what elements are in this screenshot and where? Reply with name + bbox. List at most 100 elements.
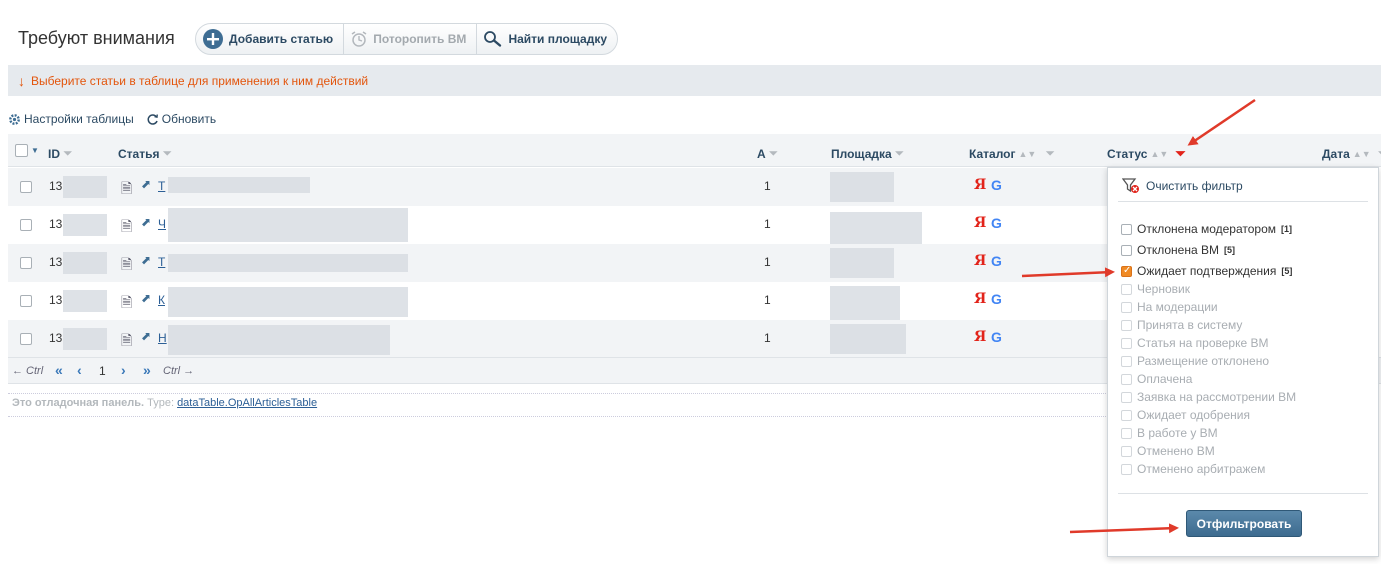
filter-icon[interactable]: ⏷	[1378, 146, 1381, 161]
row-a: 1	[764, 255, 771, 269]
table-header: ▼ ID ⏷ Статья ⏷ A ⏷ Площадка ⏷ Каталог ▲…	[8, 134, 1381, 167]
apply-filter-button[interactable]: Отфильтровать	[1186, 510, 1302, 537]
option-checkbox[interactable]	[1121, 244, 1132, 256]
row-checkbox[interactable]	[20, 181, 32, 193]
external-link-icon[interactable]: ⬈	[141, 215, 151, 229]
option-label: Черновик	[1137, 282, 1190, 296]
option-checkbox	[1121, 427, 1132, 439]
table-row[interactable]: 13 🗎 ⬈ Ч 1 Я G	[8, 206, 1108, 244]
article-link[interactable]: Ч	[158, 217, 166, 231]
redacted-id	[63, 328, 107, 350]
option-checkbox	[1121, 445, 1132, 457]
filter-option-rejected-moderator[interactable]: Отклонена модератором [1]	[1121, 222, 1292, 236]
option-checkbox	[1121, 337, 1132, 349]
column-a[interactable]: A ⏷	[757, 146, 778, 161]
refresh-label: Обновить	[161, 112, 217, 126]
next-page-button[interactable]: ›	[121, 362, 126, 378]
row-a: 1	[764, 331, 771, 345]
add-article-button[interactable]: Добавить статью	[196, 24, 345, 54]
select-all-control[interactable]: ▼	[15, 144, 39, 157]
filter-option-awaiting-confirmation[interactable]: Ожидает подтверждения [5]	[1121, 264, 1292, 278]
table-links: Настройки таблицы Обновить	[8, 112, 216, 126]
row-checkbox[interactable]	[20, 219, 32, 231]
option-checkbox	[1121, 373, 1132, 385]
column-article[interactable]: Статья ⏷	[118, 146, 172, 161]
redacted-site	[830, 212, 922, 244]
google-icon: G	[991, 177, 1002, 193]
document-icon: 🗎	[121, 180, 133, 196]
table-row[interactable]: 13 🗎 ⬈ Т 1 Я G	[8, 168, 1108, 206]
divider	[1118, 493, 1368, 494]
row-checkbox[interactable]	[20, 333, 32, 345]
external-link-icon[interactable]: ⬈	[141, 253, 151, 267]
column-id[interactable]: ID ⏷	[48, 146, 73, 161]
redacted-title	[168, 208, 408, 242]
filter-icon[interactable]: ⏷	[1045, 146, 1055, 161]
filter-option-paid: Оплачена	[1121, 372, 1192, 386]
external-link-icon[interactable]: ⬈	[141, 329, 151, 343]
external-link-icon[interactable]: ⬈	[141, 177, 151, 191]
filter-icon[interactable]: ⏷	[769, 146, 779, 161]
option-count: [5]	[1223, 245, 1235, 255]
hurry-vm-button[interactable]: Поторопить ВМ	[344, 24, 478, 54]
clear-filter-button[interactable]: Очистить фильтр	[1122, 178, 1243, 194]
current-page[interactable]: 1	[99, 364, 106, 378]
filter-icon[interactable]: ⏷	[162, 146, 172, 161]
prev-page-button[interactable]: ‹	[77, 362, 82, 378]
option-count: [1]	[1281, 224, 1293, 234]
article-link[interactable]: К	[158, 293, 165, 307]
row-checkbox[interactable]	[20, 257, 32, 269]
find-site-label: Найти площадку	[508, 32, 608, 46]
option-label: Оплачена	[1137, 372, 1193, 386]
table-row[interactable]: 13 🗎 ⬈ К 1 Я G	[8, 282, 1108, 320]
option-checkbox	[1121, 355, 1132, 367]
filter-option-cancelled-arbitration: Отменено арбитражем	[1121, 462, 1265, 476]
row-checkbox[interactable]	[20, 295, 32, 307]
filter-icon[interactable]: ⏷	[63, 146, 73, 161]
option-label: Принята в систему	[1137, 318, 1243, 332]
article-link[interactable]: Т	[158, 255, 165, 269]
filter-option-awaiting-approval: Ожидает одобрения	[1121, 408, 1250, 422]
row-id: 13	[49, 293, 63, 307]
debug-type-link[interactable]: dataTable.OpAllArticlesTable	[177, 397, 317, 409]
option-checkbox	[1121, 391, 1132, 403]
sort-icon[interactable]: ▲▼	[1150, 149, 1168, 159]
first-page-button[interactable]: «	[55, 362, 63, 378]
table-row[interactable]: 13 🗎 ⬈ Т 1 Я G	[8, 244, 1108, 282]
document-icon: 🗎	[121, 218, 133, 234]
column-date[interactable]: Дата ▲▼ ⏷	[1322, 146, 1381, 161]
option-label: Ожидает подтверждения	[1137, 264, 1277, 278]
refresh-link[interactable]: Обновить	[146, 112, 216, 126]
find-site-button[interactable]: Найти площадку	[477, 24, 617, 54]
filter-icon[interactable]: ⏷	[895, 146, 905, 161]
clear-filter-icon	[1122, 178, 1139, 193]
filter-option-rejected-vm[interactable]: Отклонена ВМ [5]	[1121, 243, 1235, 257]
yandex-icon: Я	[974, 291, 987, 307]
option-checkbox-checked[interactable]	[1121, 265, 1132, 277]
caret-down-icon[interactable]: ▼	[31, 146, 39, 155]
redacted-id	[63, 290, 107, 312]
option-checkbox	[1121, 319, 1132, 331]
option-label: Отклонена модератором	[1137, 222, 1277, 236]
article-link[interactable]: Н	[158, 331, 167, 345]
column-catalog[interactable]: Каталог ▲▼ ⏷	[969, 146, 1055, 161]
sort-icon[interactable]: ▲▼	[1019, 149, 1037, 159]
column-site[interactable]: Площадка ⏷	[831, 146, 904, 161]
active-filter-icon[interactable]: ⏷	[1175, 146, 1185, 162]
alarm-clock-icon	[351, 31, 367, 47]
article-link[interactable]: Т	[158, 179, 165, 193]
option-label: В работе у ВМ	[1137, 426, 1218, 440]
column-status[interactable]: Статус ▲▼ ⏷	[1107, 146, 1186, 162]
external-link-icon[interactable]: ⬈	[141, 291, 151, 305]
option-checkbox[interactable]	[1121, 223, 1132, 235]
down-arrow-icon: ↓	[18, 72, 25, 89]
option-label: Отклонена ВМ	[1137, 243, 1219, 257]
redacted-site	[830, 172, 894, 202]
table-settings-link[interactable]: Настройки таблицы	[8, 112, 134, 126]
sort-icon[interactable]: ▲▼	[1353, 149, 1371, 159]
redacted-id	[63, 176, 107, 198]
option-label: Заявка на рассмотрении ВМ	[1137, 390, 1297, 404]
table-row[interactable]: 13 🗎 ⬈ Н 1 Я G	[8, 320, 1108, 358]
last-page-button[interactable]: »	[143, 362, 151, 378]
select-all-checkbox[interactable]	[15, 144, 28, 157]
